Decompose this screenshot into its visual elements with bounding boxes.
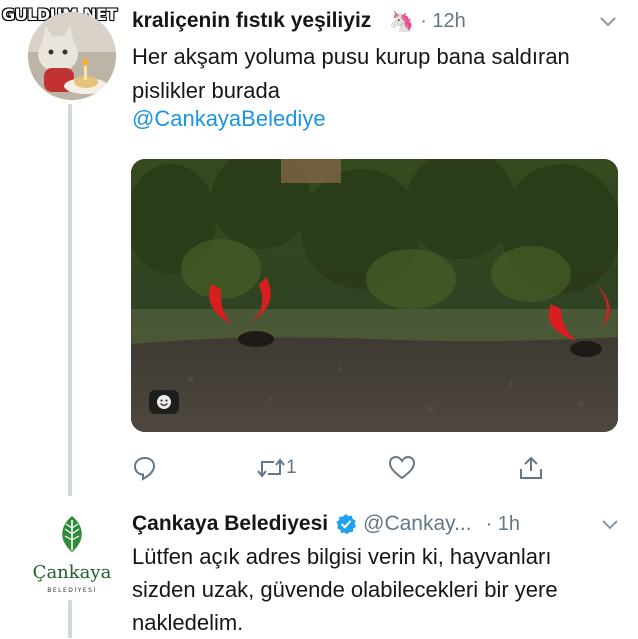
reply-icon: [133, 456, 156, 481]
verified-badge-icon: [336, 514, 357, 535]
mention-link[interactable]: @CankayaBelediye: [132, 106, 326, 132]
display-name[interactable]: kraliçenin fıstık yeşiliyiz: [132, 9, 371, 33]
share-button[interactable]: [518, 455, 544, 481]
tweet-actions: 1: [132, 455, 552, 483]
display-name[interactable]: Çankaya Belediyesi: [132, 512, 328, 536]
retweet-icon: [257, 458, 285, 478]
timestamp[interactable]: · 12h: [420, 10, 466, 33]
thread-line: [68, 104, 72, 496]
smiley-sticker-icon[interactable]: [149, 390, 179, 414]
tweet1-header: kraliçenin fıstık yeşiliyiz 🦄 · 12h: [132, 8, 466, 34]
tweet-text: Lütfen açık adres bilgisi verin ki, hayv…: [132, 544, 558, 635]
avatar[interactable]: [28, 12, 116, 100]
handle[interactable]: @Cankay...: [363, 512, 471, 536]
tweet2-header: Çankaya Belediyesi @Cankay... · 1h: [132, 510, 520, 538]
retweet-count: 1: [286, 457, 297, 478]
timestamp[interactable]: · 1h: [486, 513, 520, 536]
tweet-photo[interactable]: [131, 159, 618, 432]
unicorn-emoji: 🦄: [389, 10, 415, 33]
share-icon: [520, 456, 542, 479]
thread-line: [68, 600, 72, 638]
like-button[interactable]: [388, 455, 416, 481]
chevron-down-icon[interactable]: [600, 518, 620, 532]
reply-button[interactable]: [132, 455, 158, 481]
retweet-button[interactable]: 1: [256, 455, 297, 481]
like-icon: [388, 455, 416, 480]
chevron-down-icon[interactable]: [598, 15, 618, 29]
avatar[interactable]: Çankaya BELEDİYESİ: [32, 512, 112, 596]
logo-word: Çankaya: [33, 562, 112, 583]
logo-sub: BELEDİYESİ: [47, 587, 96, 594]
tweet-text: Her akşam yoluma pusu kurup bana saldıra…: [132, 44, 570, 103]
